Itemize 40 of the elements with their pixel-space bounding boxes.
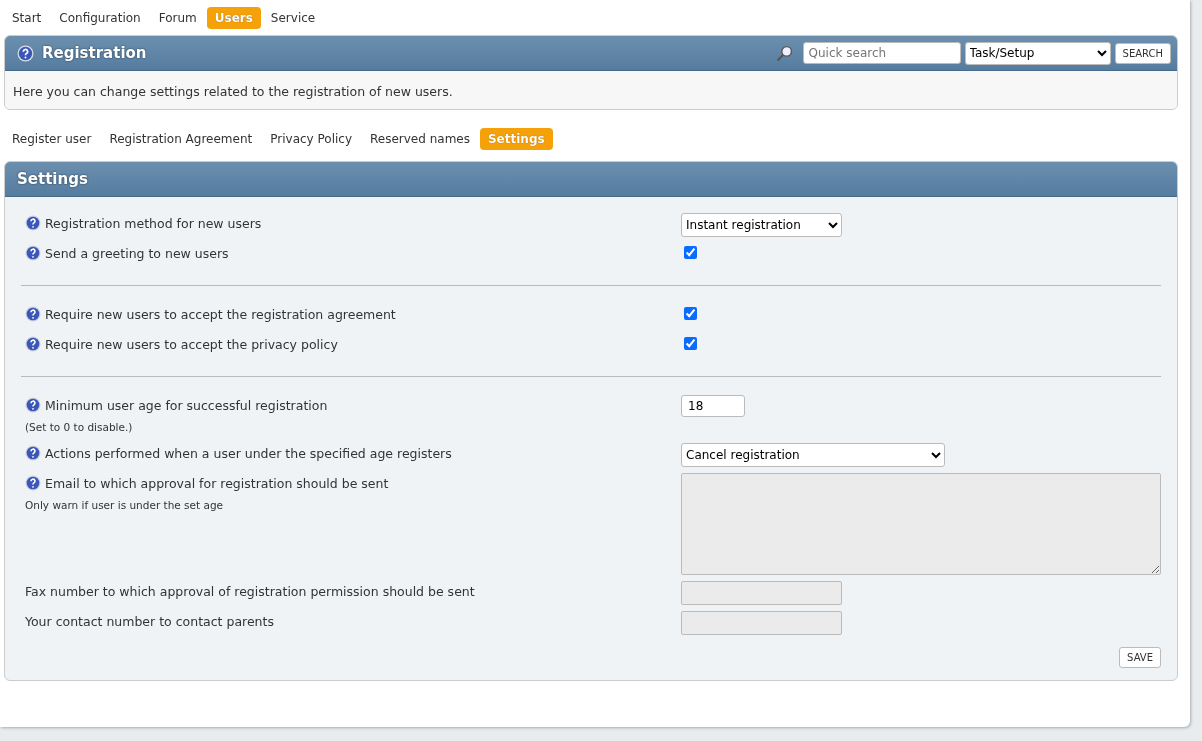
nav-tab[interactable]: Service xyxy=(262,6,324,29)
setting-note: Only warn if user is under the set age xyxy=(25,499,225,511)
sub-tab[interactable]: Privacy Policy xyxy=(262,127,360,150)
setting-checkbox[interactable] xyxy=(684,307,697,320)
setting-label: Send a greeting to new users xyxy=(45,245,229,261)
setting-select[interactable]: Instant registration xyxy=(681,213,842,237)
setting-checkbox[interactable] xyxy=(684,246,697,259)
help-icon[interactable] xyxy=(25,215,41,231)
age-field[interactable]: 18 xyxy=(681,395,745,417)
help-icon[interactable] xyxy=(25,397,41,413)
help-icon[interactable] xyxy=(25,445,41,461)
sub-tab[interactable]: Registration Agreement xyxy=(101,127,261,150)
scope-select[interactable]: Task/Setup xyxy=(964,41,1111,65)
setting-label: Your contact number to contact parents xyxy=(25,613,274,629)
setting-label: Fax number to which approval of registration permission should be sent xyxy=(25,583,475,599)
help-icon[interactable] xyxy=(25,306,41,322)
search-icon xyxy=(775,44,793,62)
help-icon[interactable] xyxy=(25,336,41,352)
setting-note: (Set to 0 to disable.) xyxy=(25,421,134,433)
section-title: Settings xyxy=(17,170,88,188)
setting-label: Minimum user age for successful registration xyxy=(45,397,328,413)
search-button[interactable]: SEARCH xyxy=(1114,42,1171,64)
help-icon[interactable] xyxy=(17,44,34,62)
intro-text: Here you can change settings related to the registration of new users. xyxy=(5,71,1177,109)
setting-label: Actions performed when a user under the specified age registers xyxy=(45,445,452,461)
setting-label: Require new users to accept the privacy policy xyxy=(45,336,338,352)
setting-select[interactable]: Cancel registration xyxy=(681,443,945,467)
sub-tab[interactable]: Register user xyxy=(4,127,100,150)
page-title: Registration xyxy=(42,44,147,62)
nav-tab[interactable]: Forum xyxy=(150,6,205,29)
setting-checkbox[interactable] xyxy=(684,337,697,350)
setting-label: Require new users to accept the registration agreement xyxy=(45,306,396,322)
search-field[interactable]: Quick search xyxy=(802,42,961,64)
nav-tab[interactable]: Configuration xyxy=(51,6,149,29)
setting-label: Registration method for new users xyxy=(45,215,262,231)
sub-tab[interactable]: Reserved names xyxy=(362,127,478,150)
save-button[interactable]: SAVE xyxy=(1119,647,1161,668)
setting-label: Email to which approval for registration should be sent xyxy=(45,475,389,491)
help-icon[interactable] xyxy=(25,245,41,261)
nav-tab[interactable]: Start xyxy=(4,6,50,29)
